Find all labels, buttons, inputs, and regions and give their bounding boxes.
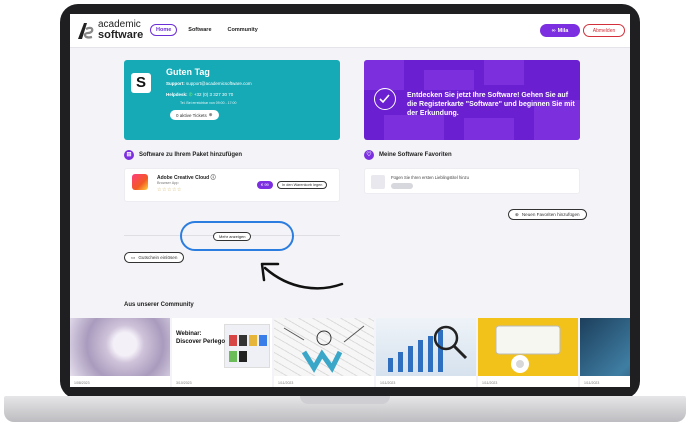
perlego-screenshot [224,324,270,368]
community-tile[interactable]: 1/11/2023 [274,318,374,387]
favorites-empty-text: Fügen Sie Ihren ersten Lieblingstitel hi… [391,175,469,180]
favorites-heading: ♡ Meine Software Favoriten [364,150,452,160]
keyboard-drawing [495,325,561,373]
community-tile[interactable]: 1/08/2023 [70,318,170,387]
redeem-voucher-button[interactable]: ▭ Gutschein einlösen [124,252,185,263]
community-strip: 1/08/2023 Webinar: Discover Perlego 3/10… [70,318,630,387]
favorite-placeholder-thumb [371,175,385,189]
helpdesk-label: Helpdesk: [166,92,188,97]
logout-button[interactable]: Abmelden [583,24,625,37]
user-menu-button[interactable]: ∞ Mila [540,24,580,37]
promo-pattern-tile [484,60,524,85]
webinar-image [172,318,272,376]
abstract-image [70,318,170,376]
hands-tablet-image [580,318,630,376]
tile-date: 1/11/2023 [278,381,294,385]
favorites-empty-card: Fügen Sie Ihren ersten Lieblingstitel hi… [364,168,580,194]
heart-icon: ♡ [364,150,374,160]
skill-sketch-image [274,318,374,376]
support-email[interactable]: support@academicsoftware.com [186,81,252,86]
favorites-placeholder-bar [391,183,413,189]
hand-drawn-arrow-icon [260,262,344,290]
grid-icon: ⊞ [124,150,134,160]
tile-date: 1/11/2023 [584,381,600,385]
info-icon[interactable]: ⓘ [211,175,216,181]
nav-community[interactable]: Community [223,25,263,35]
chart-magnifier-image [376,318,476,376]
tile-date: 1/11/2023 [482,381,498,385]
add-favorite-label: Neuen Favoriten hinzufügen [521,212,580,217]
keyboard-desk-image [478,318,578,376]
favorites-title: Meine Software Favoriten [379,152,452,158]
community-tile[interactable]: 1/11/2023 [376,318,476,387]
top-bar: academic software Home Software Communit… [70,14,630,48]
webinar-text: Webinar: Discover Perlego [176,331,226,345]
support-line: Support: support@academicsoftware.com [166,81,252,86]
promo-pattern-tile [364,60,404,90]
software-s-logo: S [131,73,151,93]
as-logo-icon[interactable] [76,21,96,41]
main-nav: Home Software Community [150,24,263,36]
rating-stars[interactable]: ☆☆☆☆☆ [157,187,182,193]
promo-pattern-tile [464,118,514,140]
check-chat-icon [374,88,396,110]
community-tile[interactable]: 1/11/2023 [580,318,630,387]
software-card[interactable]: Adobe Creative Cloud ⓘ Browser App ☆☆☆☆☆… [124,168,340,202]
add-software-title: Software zu Ihrem Paket hinzufügen [139,152,243,158]
community-tile[interactable]: 1/11/2023 [478,318,578,387]
tile-date: 3/10/2023 [176,381,192,385]
logo-line-2: software [98,29,144,41]
tile-date: 1/08/2023 [74,381,90,385]
software-subtitle: Browser App [157,181,179,185]
add-software-heading: ⊞ Software zu Ihrem Paket hinzufügen [124,150,242,160]
tickets-label: 0 aktive Tickets [176,112,207,118]
add-to-cart-button[interactable]: In den Warenkorb legen [277,181,328,189]
tile-date: 1/11/2023 [380,381,396,385]
community-tile[interactable]: Webinar: Discover Perlego 3/10/2023 [172,318,272,387]
helpdesk-line: Helpdesk: ✆ +32 (0) 3 327 30 70 [166,92,233,98]
voucher-icon: ▭ [131,254,136,260]
greeting-title: Guten Tag [166,67,210,77]
helpdesk-phone[interactable]: +32 (0) 3 327 30 70 [194,92,233,97]
nav-home[interactable]: Home [150,24,178,36]
user-name: Mila [557,27,569,34]
promo-text: Entdecken Sie jetzt Ihre Software! Gehen… [407,92,575,117]
circle-plus-icon: ⊕ [515,211,519,217]
helpdesk-hours: Tel. Bei erreichbar von 09:00 - 17:00 [180,101,237,105]
software-name: Adobe Creative Cloud ⓘ [157,174,216,181]
show-more-button[interactable]: Mehr anzeigen [213,232,252,241]
redeem-voucher-label: Gutschein einlösen [138,255,178,260]
tickets-button[interactable]: 0 aktive Tickets ⊕ [170,110,219,120]
community-title: Aus unserer Community [124,302,194,308]
infinity-icon: ∞ [551,27,556,34]
support-label: Support: [166,81,185,86]
promo-pattern-tile [384,115,444,140]
circle-plus-icon: ⊕ [208,112,213,117]
whatsapp-icon: ✆ [188,92,193,97]
app-screen: academic software Home Software Communit… [70,14,630,387]
promo-card: Entdecken Sie jetzt Ihre Software! Gehen… [364,60,580,140]
bar-chart-drawing [388,325,468,372]
logo-text[interactable]: academic software [98,20,144,41]
adobe-cc-icon [132,174,148,190]
add-favorite-button[interactable]: ⊕ Neuen Favoriten hinzufügen [508,209,587,220]
skill-sketch-drawing [283,325,365,373]
nav-software[interactable]: Software [183,25,216,35]
greeting-card: S Guten Tag Support: support@academicsof… [124,60,340,140]
promo-pattern-tile [424,70,474,90]
laptop-notch [300,396,390,404]
price-badge: € 99 [257,181,273,189]
